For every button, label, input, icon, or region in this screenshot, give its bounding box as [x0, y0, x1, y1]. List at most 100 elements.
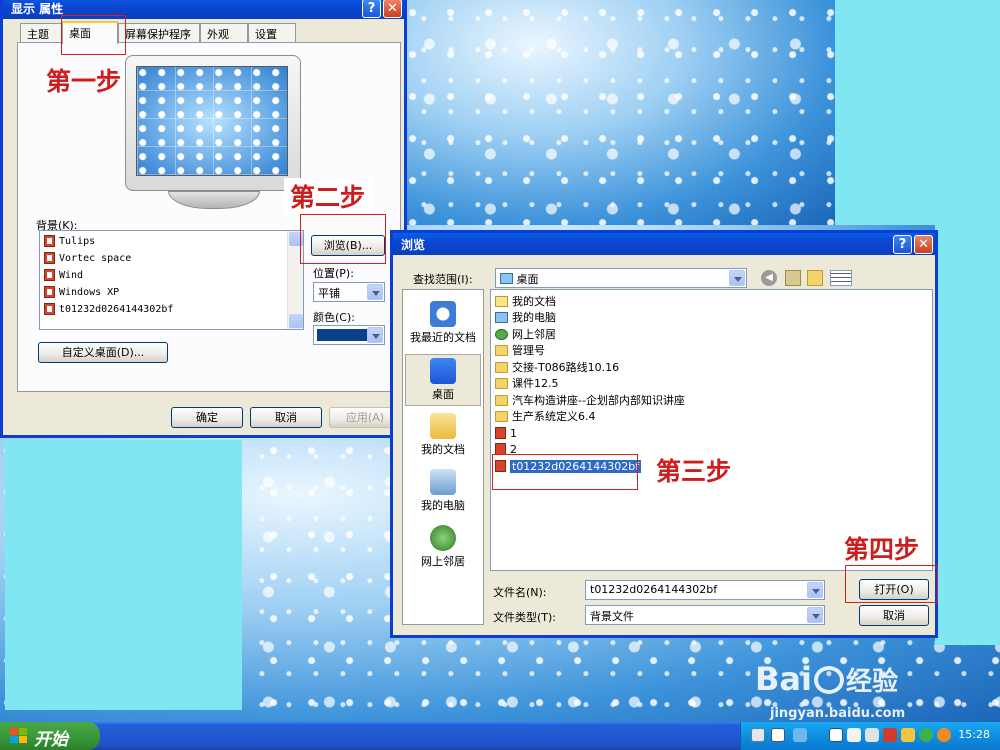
network-icon[interactable] [847, 728, 861, 742]
start-label: 开始 [34, 730, 68, 750]
color-picker-button[interactable] [313, 325, 385, 345]
chevron-down-icon[interactable] [807, 582, 823, 598]
volume-icon[interactable] [865, 728, 879, 742]
network-icon [430, 525, 456, 551]
tab-appearance[interactable]: 外观 [200, 23, 248, 43]
folder-icon [495, 377, 508, 389]
step-two-label: 第二步 [284, 178, 372, 214]
list-item[interactable]: Windows XP [44, 284, 119, 300]
desktop-wallpaper [405, 0, 835, 225]
start-button[interactable]: 开始 [0, 722, 100, 750]
customize-desktop-button[interactable]: 自定义桌面(D)... [38, 342, 168, 363]
tab-settings[interactable]: 设置 [248, 23, 296, 43]
up-folder-icon[interactable] [785, 270, 801, 286]
filetype-select[interactable]: 背景文件 [585, 605, 825, 625]
place-label: 桌面 [432, 388, 454, 401]
file-name: 交接-T086路线10.16 [512, 361, 620, 374]
scroll-down-arrow[interactable] [289, 314, 303, 328]
keyboard-icon[interactable] [751, 728, 765, 742]
orange-app-icon[interactable] [937, 728, 951, 742]
file-list[interactable]: 我的文档 我的电脑 网上邻居 管理号 交接-T086路线10.16 课件12.5… [490, 289, 933, 571]
help-icon[interactable] [771, 728, 785, 742]
help-button[interactable]: ? [362, 0, 381, 18]
file-name: 汽车构造讲座--企划部内部知识讲座 [512, 394, 685, 407]
cancel-button[interactable]: 取消 [859, 605, 929, 626]
clock: 15:28 [958, 728, 990, 741]
list-item[interactable]: 网上邻居 [495, 326, 556, 342]
file-name: 管理号 [512, 344, 545, 357]
cancel-button[interactable]: 取消 [250, 407, 322, 428]
list-item[interactable]: 1 [495, 425, 517, 441]
tab-themes[interactable]: 主题 [20, 23, 62, 43]
tab-screensaver[interactable]: 屏幕保护程序 [118, 23, 200, 43]
paw-icon [813, 666, 844, 694]
dialog-title: 浏览 [401, 238, 426, 252]
close-button[interactable]: ✕ [914, 235, 933, 254]
file-name: 课件12.5 [512, 377, 559, 390]
desktop-icon [430, 358, 456, 384]
view-menu-icon[interactable] [830, 270, 852, 286]
place-my-documents[interactable]: 我的文档 [405, 410, 481, 462]
tab-desktop[interactable]: 桌面 [62, 21, 118, 44]
image-icon [44, 286, 55, 298]
folder-icon [495, 344, 508, 356]
list-item[interactable]: Wind [44, 267, 83, 283]
list-item[interactable]: 交接-T086路线10.16 [495, 359, 619, 375]
list-item[interactable]: 课件12.5 [495, 375, 559, 391]
watermark-brand: Bai [755, 660, 812, 698]
place-recent[interactable]: 我最近的文档 [405, 298, 481, 350]
step-four-highlight [845, 565, 938, 603]
chevron-down-icon[interactable] [729, 270, 745, 286]
place-my-computer[interactable]: 我的电脑 [405, 466, 481, 518]
file-name: 1 [510, 426, 517, 440]
file-name: 我的电脑 [512, 311, 556, 324]
back-icon[interactable]: ◀ [761, 270, 777, 286]
list-item[interactable]: Tulips [44, 233, 95, 249]
baidu-watermark-url: jingyan.baidu.com [770, 706, 906, 721]
ok-button[interactable]: 确定 [171, 407, 243, 428]
desktop-blank-area [5, 440, 242, 710]
file-name: 生产系统定义6.4 [512, 410, 596, 423]
close-button[interactable]: ✕ [383, 0, 402, 18]
system-tray: 15:28 [740, 722, 1000, 750]
places-bar: 我最近的文档 桌面 我的文档 我的电脑 网上邻居 [402, 289, 484, 625]
wallpaper-preview [136, 66, 288, 176]
filename-input[interactable]: t01232d0264144302bf [585, 580, 825, 600]
file-name: 我的文档 [512, 295, 556, 308]
file-name: 网上邻居 [512, 328, 556, 341]
list-item[interactable]: 管理号 [495, 342, 545, 358]
chevron-down-icon[interactable] [367, 327, 383, 343]
chevron-down-icon[interactable] [807, 607, 823, 623]
place-desktop[interactable]: 桌面 [405, 354, 481, 406]
list-item[interactable]: 我的文档 [495, 293, 556, 309]
help-button[interactable]: ? [893, 235, 912, 254]
title-bar[interactable]: 浏览 ? ✕ [393, 233, 935, 255]
new-folder-icon[interactable] [807, 270, 823, 286]
filetype-label: 文件类型(T): [493, 611, 557, 624]
chevron-down-icon[interactable] [367, 284, 383, 300]
list-item[interactable]: t01232d0264144302bf [44, 301, 173, 317]
background-listbox[interactable]: Tulips Vortec space Wind Windows XP t012… [39, 230, 304, 330]
folder-icon [495, 394, 508, 406]
look-in-value: 桌面 [516, 273, 539, 286]
my-computer-icon [430, 469, 456, 495]
place-network[interactable]: 网上邻居 [405, 522, 481, 574]
shield-icon[interactable] [883, 728, 897, 742]
input-method-icon[interactable] [829, 728, 843, 742]
position-select[interactable]: 平铺 [313, 282, 385, 302]
plus-icon[interactable] [919, 728, 933, 742]
place-label: 我最近的文档 [410, 331, 476, 344]
look-in-dropdown[interactable]: 桌面 [495, 268, 747, 288]
list-item[interactable]: Vortec space [44, 250, 131, 266]
list-item[interactable]: 汽车构造讲座--企划部内部知识讲座 [495, 392, 685, 408]
image-icon [495, 427, 506, 439]
my-documents-icon [495, 295, 508, 307]
step-three-label: 第三步 [650, 452, 738, 488]
security-icon[interactable] [901, 728, 915, 742]
arrow-icon[interactable] [793, 728, 807, 742]
taskbar: 开始 15:28 [0, 722, 1000, 750]
filename-value: t01232d0264144302bf [590, 583, 718, 596]
list-item[interactable]: 我的电脑 [495, 309, 556, 325]
list-item[interactable]: 生产系统定义6.4 [495, 408, 596, 424]
baidu-watermark: Bai 经验 [755, 660, 898, 698]
